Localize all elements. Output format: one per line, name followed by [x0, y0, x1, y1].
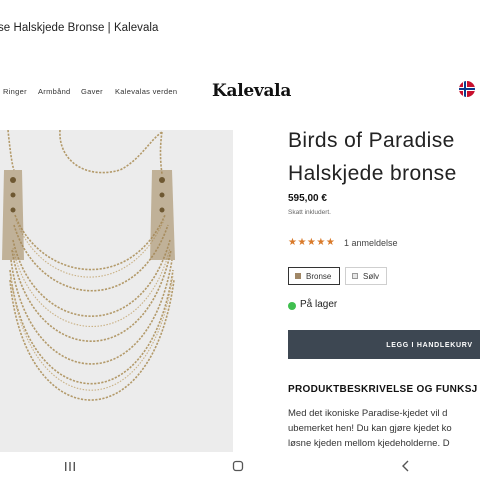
product-price: 595,00 €	[288, 193, 327, 204]
system-nav-bar	[0, 452, 480, 480]
nav-item-kalevalas-verden[interactable]: Kalevalas verden	[115, 87, 177, 96]
nav-item-armband[interactable]: Armbånd	[38, 87, 71, 96]
variant-bronse[interactable]: Bronse	[288, 267, 340, 285]
variant-swatch-bronse	[295, 273, 301, 279]
back-icon[interactable]	[396, 458, 416, 474]
product-title-line2: Halskjede bronse	[288, 162, 457, 185]
description-line: Med det ikoniske Paradise-kjedet vil d	[288, 408, 448, 419]
product-image[interactable]	[0, 130, 233, 452]
variant-label: Sølv	[363, 272, 379, 281]
variant-label: Bronse	[306, 272, 332, 281]
variant-solv[interactable]: Sølv	[345, 267, 387, 285]
browser-tab-title[interactable]: se Halskjede Bronse | Kalevala	[0, 22, 158, 34]
site-header: Ringer Armbånd Gaver Kalevalas verden Ka…	[0, 54, 480, 130]
in-stock-indicator-icon	[288, 302, 296, 310]
browser-tab-bar: se Halskjede Bronse | Kalevala	[0, 0, 480, 55]
stock-status: På lager	[300, 299, 338, 310]
home-icon[interactable]	[228, 458, 248, 474]
tax-note: Skatt inkludert.	[288, 209, 331, 216]
nav-item-ringer[interactable]: Ringer	[3, 87, 27, 96]
product-title-line1: Birds of Paradise	[288, 129, 455, 152]
norway-flag-icon[interactable]	[459, 81, 475, 97]
necklace-illustration	[2, 130, 175, 401]
add-to-cart-button[interactable]: LEGG I HANDLEKURV	[288, 330, 480, 359]
kalevala-logo[interactable]: Kalevala	[212, 81, 291, 101]
reviews-link[interactable]: 1 anmeldelse	[344, 238, 398, 248]
variant-swatch-solv	[352, 273, 358, 279]
nav-item-gaver[interactable]: Gaver	[81, 87, 103, 96]
description-line: løsne kjeden mellom kjedeholderne. D	[288, 438, 450, 449]
product-title: Birds of Paradise Halskjede bronse	[288, 124, 457, 190]
description-heading[interactable]: PRODUKTBESKRIVELSE OG FUNKSJ	[288, 384, 478, 395]
recent-apps-icon[interactable]	[60, 458, 80, 474]
description-line: ubemerket hen! Du kan gjøre kjedet ko	[288, 423, 452, 434]
rating-stars[interactable]: ★★★★★	[288, 237, 335, 248]
